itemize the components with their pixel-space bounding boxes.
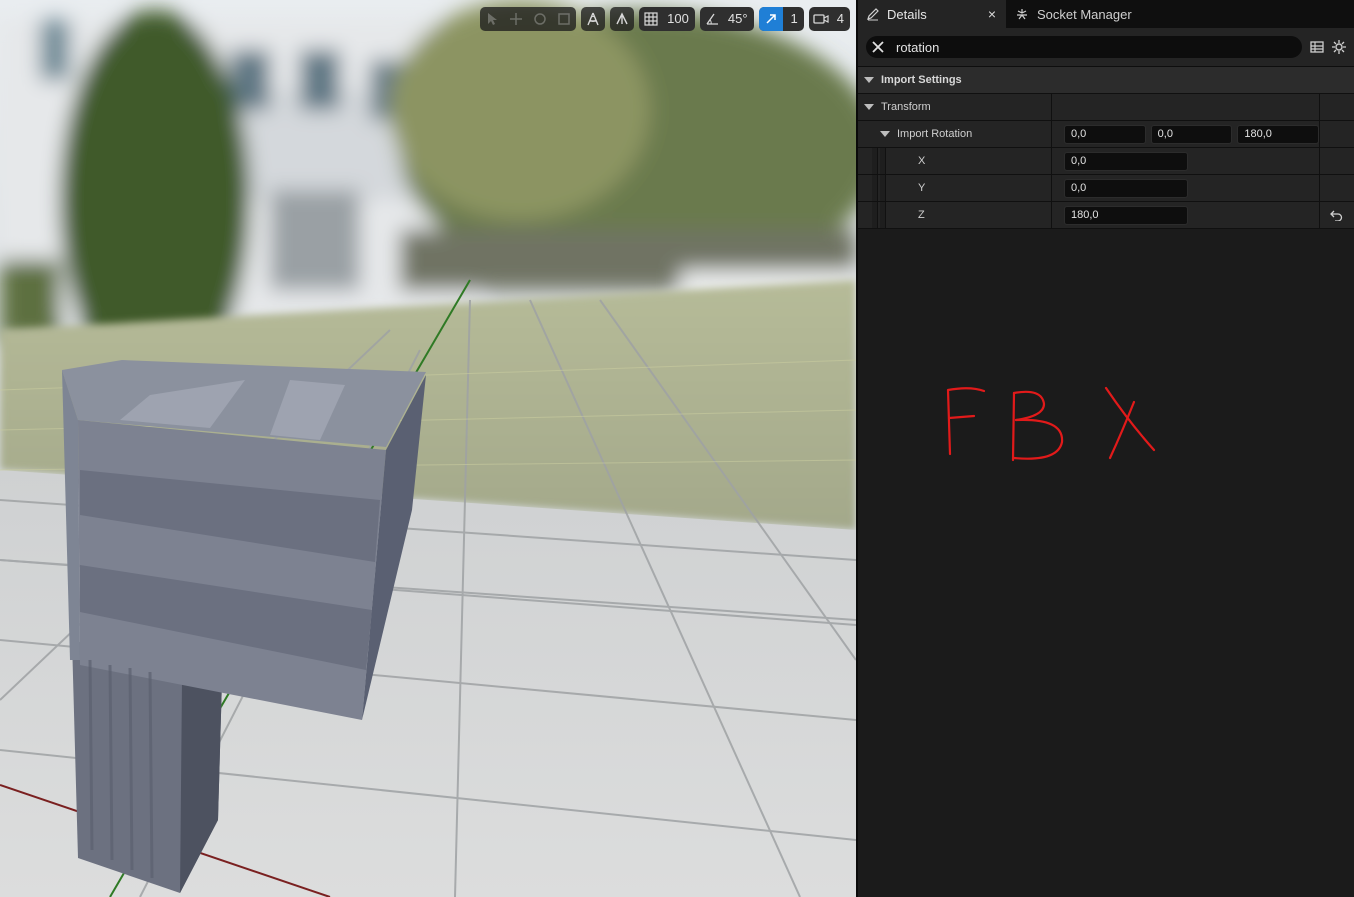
details-search-box[interactable] <box>866 36 1302 58</box>
world-coordinates-button[interactable] <box>581 7 605 31</box>
scale-icon <box>558 12 570 25</box>
expand-caret-icon[interactable] <box>880 131 890 137</box>
expand-caret-icon[interactable] <box>864 104 874 110</box>
translate-mode-button[interactable] <box>504 7 528 31</box>
property-import-rotation: Import Rotation 0,0 0,0 180,0 <box>858 121 1354 148</box>
viewport-toolbar: 100 45° 1 4 <box>480 6 850 31</box>
grid-icon <box>644 11 658 26</box>
expand-caret-icon[interactable] <box>864 77 874 83</box>
property-list: Import Settings Transform Import Rotatio… <box>858 67 1354 229</box>
rotate-icon <box>534 12 546 25</box>
rotation-snap-toggle[interactable] <box>700 7 724 31</box>
property-label: X <box>918 155 926 167</box>
category-import-settings[interactable]: Import Settings <box>858 67 1354 94</box>
scale-snap-group[interactable]: 1 <box>758 6 804 31</box>
panel-tab-bar: Details × Socket Manager <box>858 0 1354 28</box>
property-rotation-x: X 0,0 <box>858 148 1354 175</box>
import-rotation-y-field[interactable]: 0,0 <box>1150 124 1233 144</box>
category-transform[interactable]: Transform <box>858 94 1354 121</box>
details-search-row <box>858 28 1354 67</box>
rotation-z-field[interactable]: 180,0 <box>1064 205 1188 225</box>
property-matrix-icon[interactable] <box>1310 40 1324 54</box>
tab-socket-manager[interactable]: Socket Manager <box>1006 0 1142 28</box>
property-label: Z <box>918 209 925 221</box>
search-input[interactable] <box>894 38 1278 56</box>
select-mode-button[interactable] <box>480 7 504 31</box>
import-rotation-x-field[interactable]: 0,0 <box>1064 124 1146 144</box>
surface-snap-group <box>610 6 635 31</box>
scale-mode-button[interactable] <box>552 7 576 31</box>
socket-icon <box>1017 9 1027 20</box>
rotation-snap-group[interactable]: 45° <box>699 6 754 31</box>
rotate-mode-button[interactable] <box>528 7 552 31</box>
property-rotation-z: Z 180,0 <box>858 202 1354 229</box>
property-label: Import Rotation <box>897 128 973 140</box>
coordinate-system-group <box>581 6 606 31</box>
details-panel: Details × Socket Manager Import Settings… <box>856 0 1354 897</box>
surface-snap-icon <box>616 11 628 24</box>
world-axes-icon <box>587 12 599 25</box>
scale-snap-value[interactable]: 1 <box>783 11 804 26</box>
category-label: Import Settings <box>881 74 962 86</box>
scale-snap-toggle[interactable] <box>758 6 783 31</box>
move-arrows-icon <box>510 12 523 25</box>
property-rotation-y: Y 0,0 <box>858 175 1354 202</box>
camera-icon <box>813 13 829 24</box>
grid-snap-toggle[interactable] <box>639 7 663 31</box>
category-label: Transform <box>881 101 931 113</box>
angle-icon <box>706 13 718 25</box>
surface-snapping-button[interactable] <box>610 7 634 31</box>
reset-to-default-icon[interactable] <box>1329 210 1343 221</box>
grid-snap-group[interactable]: 100 <box>639 6 695 31</box>
viewport-scene <box>0 0 856 897</box>
camera-speed-group[interactable]: 4 <box>808 6 850 31</box>
fbx-handwritten-annotation <box>946 386 1156 462</box>
settings-gear-icon[interactable] <box>1332 40 1346 54</box>
tab-socket-manager-label: Socket Manager <box>1037 6 1132 22</box>
cursor-icon <box>488 12 498 25</box>
clear-search-icon[interactable] <box>872 41 884 53</box>
pencil-icon <box>867 8 879 21</box>
rotation-x-field[interactable]: 0,0 <box>1064 151 1188 171</box>
tab-details-label: Details <box>887 6 927 22</box>
camera-speed-button[interactable] <box>809 7 833 31</box>
rotation-y-field[interactable]: 0,0 <box>1064 178 1188 198</box>
rotation-snap-value[interactable]: 45° <box>724 11 754 26</box>
property-label: Y <box>918 182 926 194</box>
close-tab-icon[interactable]: × <box>988 6 996 22</box>
level-viewport[interactable]: 100 45° 1 4 <box>0 0 856 897</box>
grid-snap-value[interactable]: 100 <box>663 11 695 26</box>
import-rotation-z-field[interactable]: 180,0 <box>1237 124 1320 144</box>
camera-speed-value[interactable]: 4 <box>833 11 850 26</box>
tab-details[interactable]: Details × <box>858 0 1006 28</box>
transform-mode-group <box>480 6 577 31</box>
scale-arrow-icon <box>766 13 776 24</box>
